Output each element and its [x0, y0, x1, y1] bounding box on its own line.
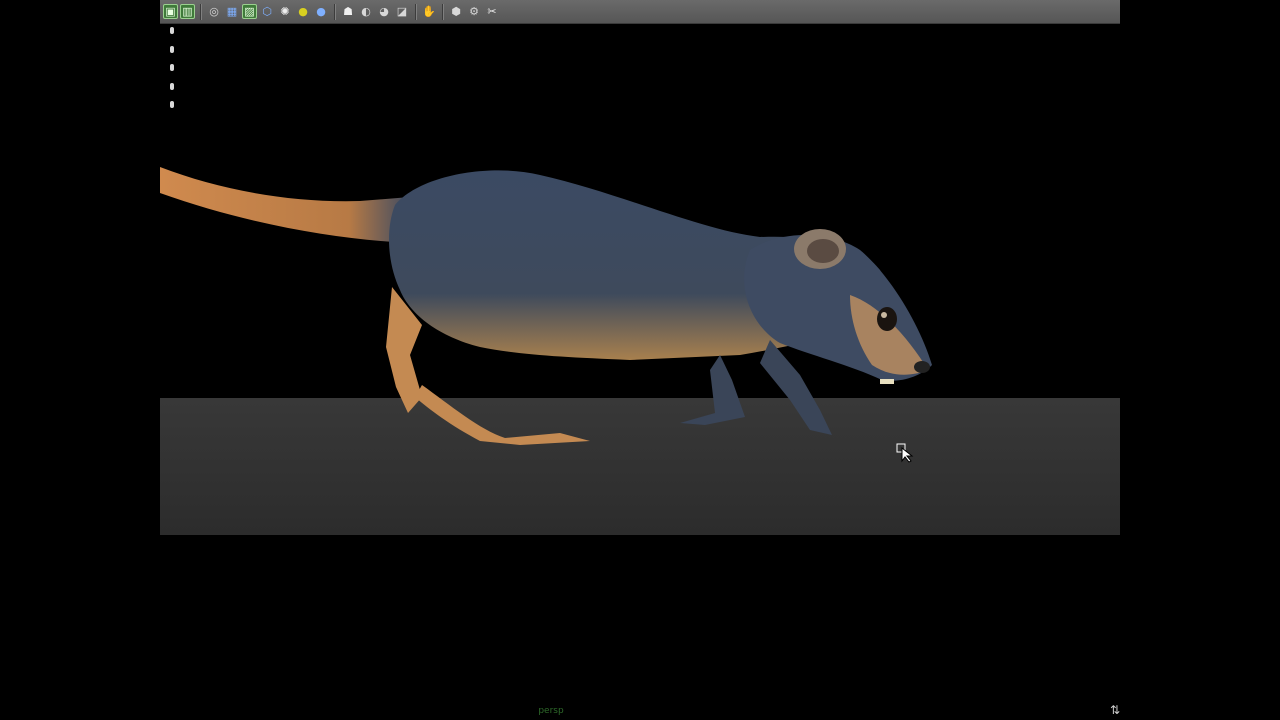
eye-highlight — [881, 312, 887, 318]
manipulator-icon[interactable]: ✋ — [421, 4, 437, 20]
xray-icon[interactable]: ◐ — [358, 4, 374, 20]
view-axis-icon: ⇅ — [1110, 703, 1121, 717]
hide-icon[interactable]: ▥ — [180, 4, 195, 19]
toolbar-separator — [442, 3, 443, 20]
isolate-select-icon[interactable]: ☗ — [340, 4, 356, 20]
wireframe-cube-icon[interactable]: ⬡ — [259, 4, 275, 20]
shaded-sphere-icon[interactable]: ✺ — [277, 4, 293, 20]
smooth-shade-icon[interactable]: ● — [313, 4, 329, 20]
toolbar-separator — [334, 3, 335, 20]
nose — [914, 361, 930, 373]
ambient-occlusion-icon[interactable]: ⚙ — [466, 4, 482, 20]
inner-ear — [807, 239, 839, 263]
mouse-cursor-icon — [896, 443, 914, 463]
hind-foot — [415, 385, 590, 445]
joint-xray-icon[interactable]: ⬢ — [448, 4, 464, 20]
motion-blur-icon[interactable]: ✂ — [484, 4, 500, 20]
toolbar-separator — [415, 3, 416, 20]
eye — [877, 307, 897, 331]
shadows-icon[interactable]: ◕ — [376, 4, 392, 20]
camera-attributes-icon[interactable]: ◎ — [206, 4, 222, 20]
tail — [160, 167, 412, 243]
toolbar-separator — [200, 3, 201, 20]
bookmark-icon[interactable]: ▨ — [242, 4, 257, 19]
textured-icon[interactable]: ◪ — [394, 4, 410, 20]
3d-viewport[interactable]: persp — [160, 25, 1120, 720]
select-mode-icon[interactable]: ▣ — [163, 4, 178, 19]
light-icon[interactable]: ● — [295, 4, 311, 20]
rodent-model[interactable] — [160, 25, 1120, 720]
camera-name-label: persp — [538, 706, 564, 716]
panel-toolbar: ▣ ▥ ◎ ▦ ▨ ⬡ ✺ ● ● ☗ ◐ ◕ ◪ ✋ ⬢ ⚙ ✂ — [160, 0, 1120, 24]
grid-icon[interactable]: ▦ — [224, 4, 240, 20]
front-leg-left — [680, 355, 745, 425]
teeth — [880, 379, 894, 384]
